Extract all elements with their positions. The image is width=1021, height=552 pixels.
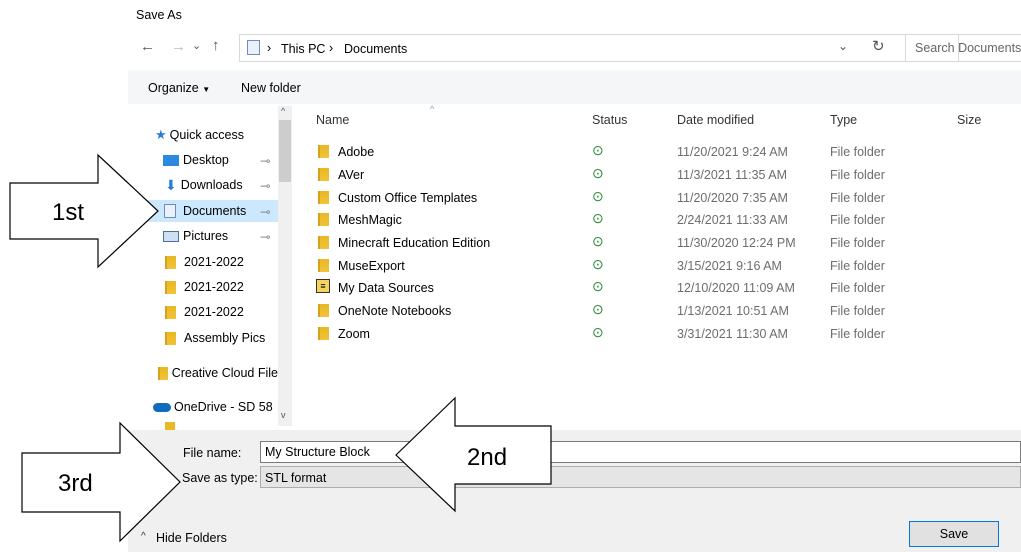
- annotation-label-1st: 1st: [52, 199, 84, 226]
- annotation-overlay: 1st 2nd 3rd: [9, 153, 552, 543]
- annotation-arrow-3rd: [21, 421, 181, 543]
- annotation-label-3rd: 3rd: [58, 470, 93, 497]
- annotation-label-2nd: 2nd: [467, 444, 507, 471]
